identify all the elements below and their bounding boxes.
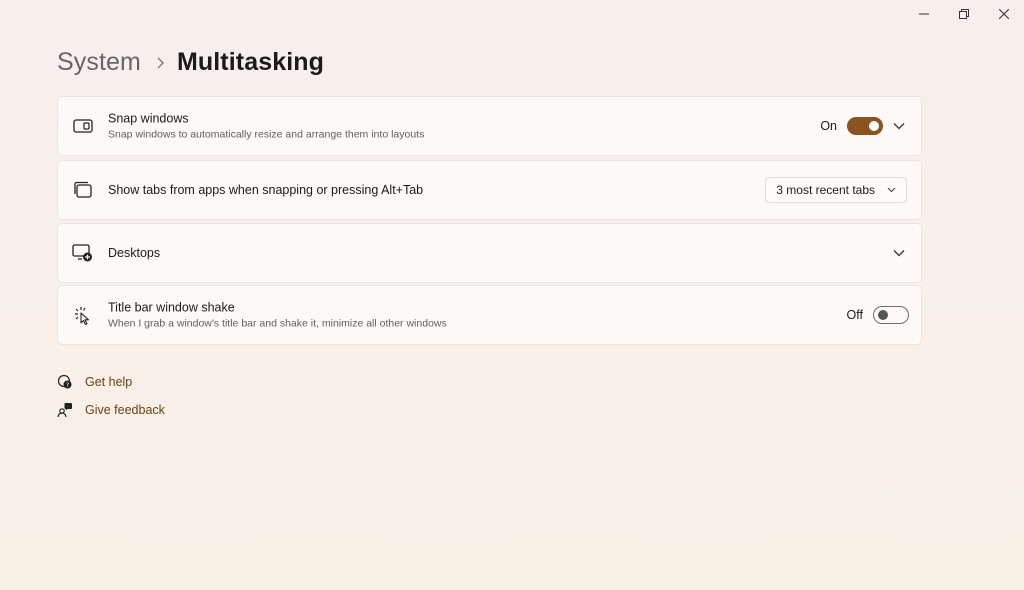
select-value: 3 most recent tabs: [776, 183, 875, 197]
svg-text:?: ?: [66, 382, 69, 389]
shake-icon: [72, 304, 94, 326]
give-feedback-link[interactable]: Give feedback: [57, 402, 165, 418]
toggle-state-label: On: [820, 119, 837, 133]
setting-title: Snap windows: [108, 111, 189, 126]
snap-windows-icon: [72, 115, 94, 137]
setting-description: Snap windows to automatically resize and…: [108, 128, 425, 141]
get-help-label: Get help: [85, 375, 133, 389]
desktops-icon: [72, 242, 94, 264]
close-icon: [999, 9, 1009, 19]
setting-desktops[interactable]: Desktops: [57, 223, 922, 283]
breadcrumb: System Multitasking: [57, 48, 324, 77]
setting-window-shake: Title bar window shake When I grab a win…: [57, 285, 922, 345]
chevron-down-icon: [887, 187, 896, 193]
help-icon: ?: [57, 374, 73, 390]
chevron-down-icon[interactable]: [889, 243, 909, 263]
minimize-button[interactable]: [904, 0, 944, 28]
snap-windows-toggle[interactable]: [847, 117, 883, 135]
toggle-knob: [878, 310, 888, 320]
tabs-icon: [72, 179, 94, 201]
restore-icon: [959, 9, 969, 19]
chevron-right-icon: [155, 57, 165, 69]
page-title: Multitasking: [176, 48, 324, 76]
toggle-state-label: Off: [846, 308, 863, 322]
setting-title: Title bar window shake: [108, 300, 235, 315]
breadcrumb-parent[interactable]: System: [57, 48, 141, 77]
tabs-count-select[interactable]: 3 most recent tabs: [765, 177, 907, 203]
toggle-knob: [869, 121, 879, 131]
chevron-down-icon[interactable]: [889, 116, 909, 136]
get-help-link[interactable]: ? Get help: [57, 374, 132, 390]
give-feedback-label: Give feedback: [85, 403, 165, 417]
setting-description: When I grab a window's title bar and sha…: [108, 317, 447, 330]
setting-snap-windows[interactable]: Snap windows Snap windows to automatical…: [57, 96, 922, 156]
restore-button[interactable]: [944, 0, 984, 28]
feedback-icon: [57, 402, 73, 418]
setting-show-tabs: Show tabs from apps when snapping or pre…: [57, 160, 922, 220]
window-controls: [904, 0, 1024, 28]
setting-title: Show tabs from apps when snapping or pre…: [108, 183, 424, 197]
setting-title: Desktops: [108, 246, 161, 260]
close-button[interactable]: [984, 0, 1024, 28]
minimize-icon: [919, 13, 929, 15]
window-shake-toggle[interactable]: [873, 306, 909, 324]
